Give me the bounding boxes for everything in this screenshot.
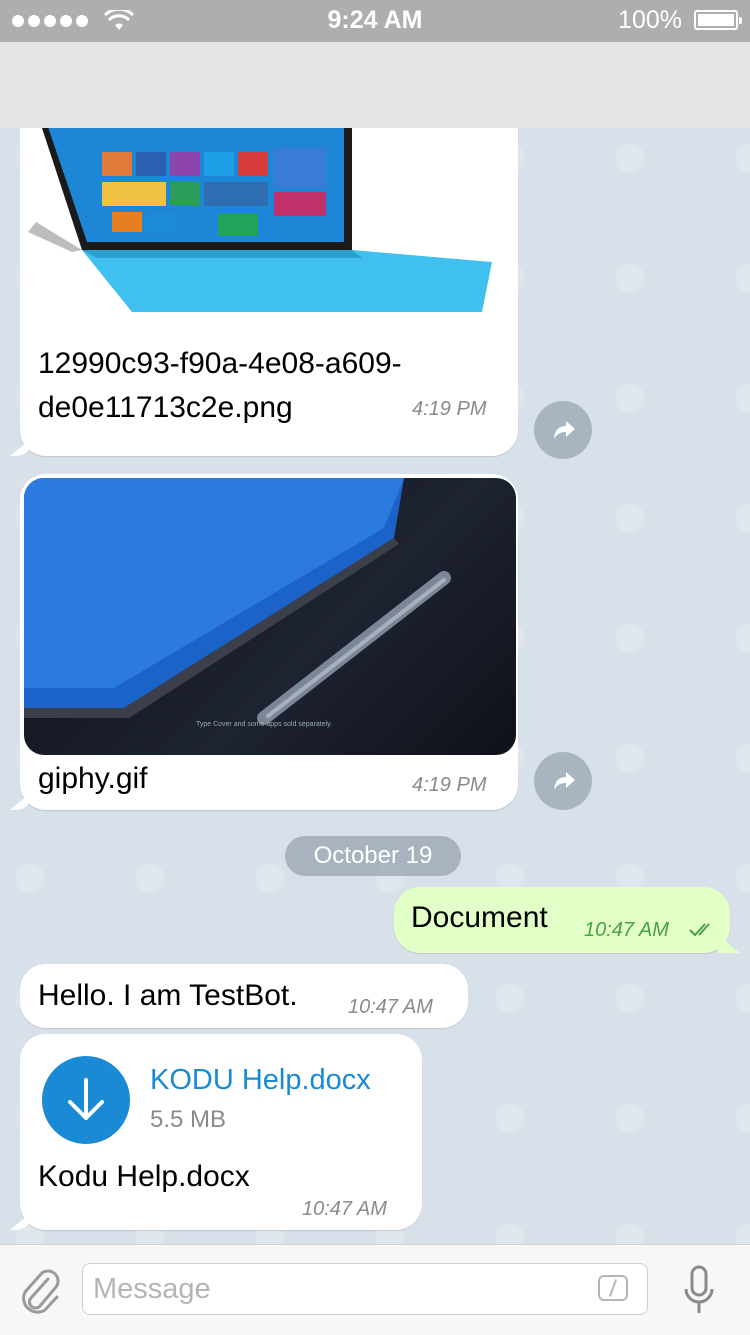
outgoing-message[interactable]: Document 10:47 AM xyxy=(394,887,730,953)
bot-command-icon[interactable] xyxy=(598,1275,628,1301)
message-time: 10:47 AM xyxy=(302,1198,387,1220)
battery-percent: 100% xyxy=(618,6,682,34)
chat-history[interactable]: 12990c93-f90a-4e08-a609- de0e11713c2e.pn… xyxy=(0,128,750,1244)
document-size: 5.5 MB xyxy=(150,1106,227,1133)
share-button[interactable] xyxy=(534,401,592,459)
image-message-file1[interactable]: 12990c93-f90a-4e08-a609- de0e11713c2e.pn… xyxy=(20,128,518,456)
download-button[interactable] xyxy=(42,1056,130,1144)
date-separator: October 19 xyxy=(285,836,461,876)
file-name-line2: de0e11713c2e.png xyxy=(38,391,293,424)
message-time: 10:47 AM xyxy=(348,996,433,1018)
message-text: Hello. I am TestBot. xyxy=(38,979,298,1012)
mic-icon[interactable] xyxy=(682,1265,716,1317)
message-time: 4:19 PM xyxy=(412,398,487,420)
status-bar: 9:24 AM 100% xyxy=(0,0,750,42)
navigation-bar xyxy=(0,42,750,128)
share-icon xyxy=(554,772,575,790)
document-caption: Kodu Help.docx xyxy=(38,1160,250,1193)
file-name: giphy.gif xyxy=(38,762,148,795)
attach-icon[interactable] xyxy=(18,1265,62,1315)
incoming-message[interactable]: Hello. I am TestBot. 10:47 AM xyxy=(20,964,468,1028)
message-time: 4:19 PM xyxy=(412,774,487,796)
file-name-line1: 12990c93-f90a-4e08-a609- xyxy=(38,347,402,380)
document-message[interactable]: KODU Help.docx 5.5 MB Kodu Help.docx 10:… xyxy=(20,1034,422,1230)
document-title[interactable]: KODU Help.docx xyxy=(150,1064,371,1097)
input-bar xyxy=(0,1244,750,1335)
message-time: 10:47 AM xyxy=(584,919,669,941)
gif-image[interactable]: Type Cover and some apps sold separately… xyxy=(24,478,516,755)
message-text: Document xyxy=(411,901,548,934)
share-icon xyxy=(554,421,575,439)
battery-icon xyxy=(694,10,742,30)
laptop-image[interactable] xyxy=(22,128,518,332)
gif-caption: Type Cover and some apps sold separately… xyxy=(196,721,332,728)
image-message-file2[interactable]: Type Cover and some apps sold separately… xyxy=(20,474,518,810)
share-button[interactable] xyxy=(534,752,592,810)
message-input[interactable] xyxy=(82,1263,648,1315)
download-icon xyxy=(68,1078,104,1120)
double-check-icon xyxy=(689,923,710,937)
